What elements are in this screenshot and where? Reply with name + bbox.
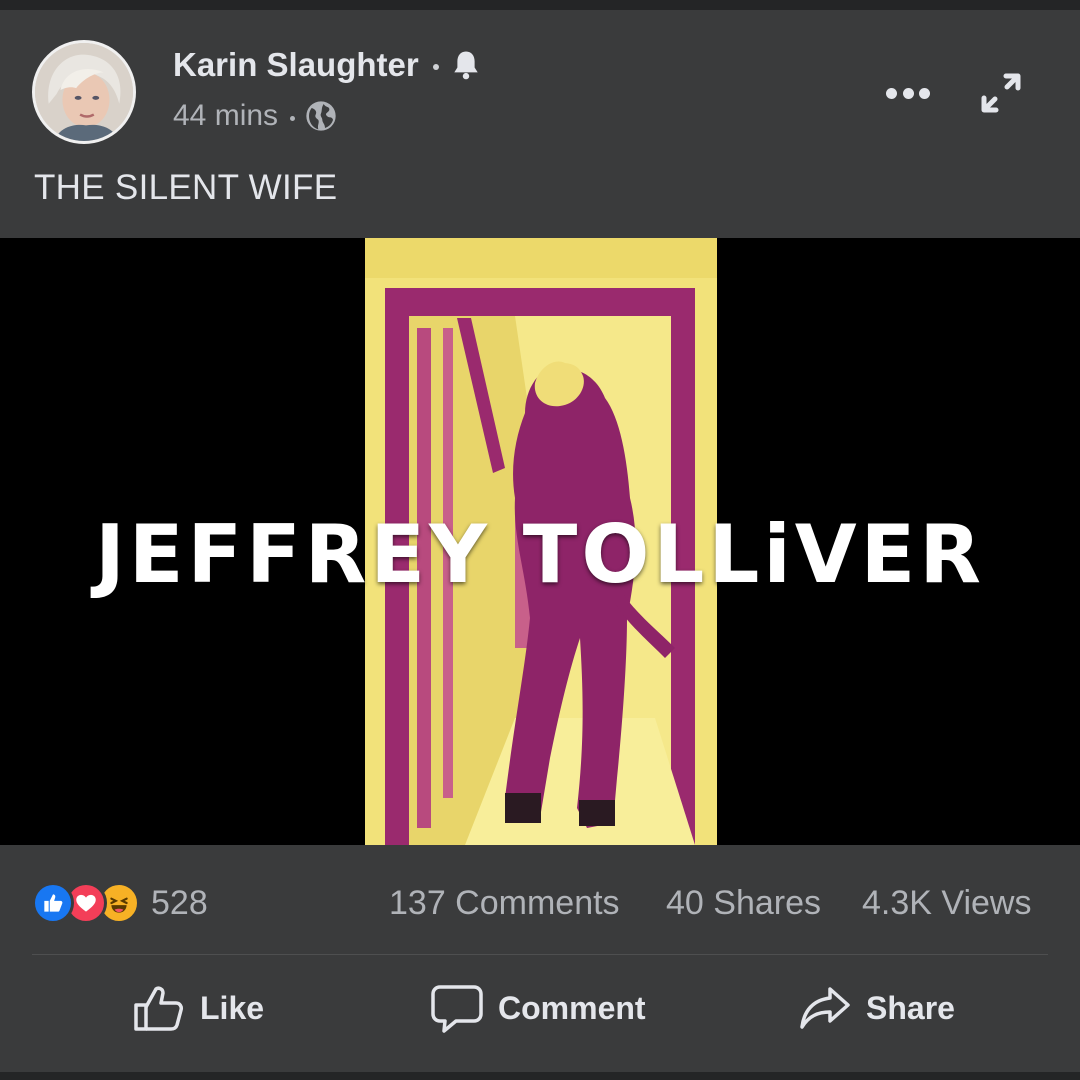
share-arrow-icon <box>800 987 850 1029</box>
views-count: 4.3K Views <box>862 884 1032 922</box>
comments-count[interactable]: 137 Comments <box>389 884 620 923</box>
bell-icon[interactable] <box>451 49 481 81</box>
author-avatar[interactable] <box>32 40 136 144</box>
comment-label: Comment <box>498 989 646 1026</box>
author-line: Karin Slaughter <box>173 44 481 86</box>
share-button[interactable]: Share <box>798 978 955 1038</box>
video-player[interactable]: JEFFREY TOLLiVER <box>0 238 1080 845</box>
action-bar: Like Comment Share <box>0 970 1080 1050</box>
globe-icon <box>306 101 336 131</box>
share-label: Share <box>866 989 955 1026</box>
dot <box>919 87 930 99</box>
reactions-count: 528 <box>151 883 208 922</box>
separator-dot <box>432 64 439 70</box>
top-edge <box>0 0 1080 10</box>
like-button[interactable]: Like <box>132 978 264 1038</box>
like-reaction-icon <box>32 882 74 924</box>
avatar-photo <box>35 43 133 141</box>
separator-dot <box>290 115 296 121</box>
bottom-edge <box>0 1072 1080 1080</box>
dot <box>886 87 897 99</box>
post-time[interactable]: 44 mins <box>173 99 278 133</box>
more-options-icon[interactable] <box>882 80 934 106</box>
comment-button[interactable]: Comment <box>430 978 646 1038</box>
expand-icon[interactable] <box>978 70 1024 116</box>
author-name[interactable]: Karin Slaughter <box>173 46 419 84</box>
thumbs-up-icon <box>134 986 183 1031</box>
post-caption: THE SILENT WIFE <box>34 168 338 207</box>
post-stats: 528 137 Comments 40 Shares 4.3K Views <box>0 870 1080 940</box>
shares-count[interactable]: 40 Shares <box>666 884 821 923</box>
reactions-summary[interactable]: 528 <box>32 882 208 924</box>
comment-bubble-icon <box>431 985 483 1033</box>
post-meta: 44 mins <box>173 96 337 136</box>
divider <box>32 954 1048 955</box>
video-overlay-title: JEFFREY TOLLiVER <box>95 508 985 601</box>
like-label: Like <box>200 989 265 1026</box>
dot <box>902 87 914 99</box>
